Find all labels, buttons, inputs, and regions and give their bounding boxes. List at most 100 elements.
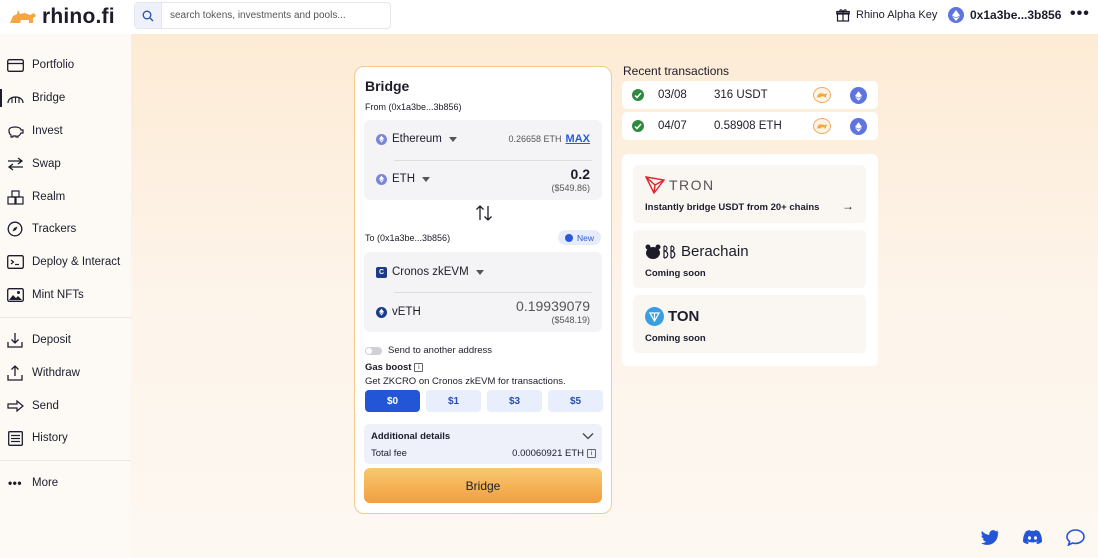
to-amount: 0.19939079 (516, 298, 590, 314)
to-usd: ($548.19) (551, 315, 590, 325)
send-to-another-toggle[interactable] (365, 346, 382, 355)
sidebar-item-send[interactable]: Send (6, 398, 59, 414)
to-chain-name: Cronos zkEVM (392, 266, 469, 278)
rhino-icon (813, 87, 831, 103)
active-indicator (0, 89, 2, 107)
sidebar-item-label: Send (32, 400, 59, 412)
from-chain-select[interactable]: Ethereum (376, 133, 457, 145)
sidebar-item-bridge[interactable]: Bridge (6, 90, 65, 106)
chevron-down-icon (422, 176, 430, 182)
gas-option-1[interactable]: $1 (426, 390, 481, 412)
panel-divider (394, 292, 592, 293)
sidebar-item-deploy[interactable]: Deploy & Interact (6, 254, 120, 270)
sidebar-item-label: Trackers (32, 223, 77, 235)
sidebar-item-label: Swap (32, 158, 61, 170)
wallet-button[interactable]: 0x1a3be...3b856 (948, 7, 1061, 23)
main-area (131, 34, 1098, 558)
chevron-down-icon[interactable] (582, 429, 594, 443)
tron-logo-icon (645, 176, 665, 194)
search-input[interactable] (162, 10, 382, 21)
sidebar-item-swap[interactable]: Swap (6, 156, 61, 172)
gas-boost-options: $0 $1 $3 $5 (365, 390, 603, 412)
search-box (134, 2, 391, 29)
arrow-right-icon (6, 398, 24, 414)
sidebar-item-mint-nfts[interactable]: Mint NFTs (6, 287, 84, 303)
to-label: To (0x1a3be...3b856) (365, 233, 451, 243)
swap-direction-icon[interactable] (475, 205, 493, 225)
bridge-icon (6, 90, 24, 106)
check-icon (632, 89, 644, 101)
sidebar-item-more[interactable]: ••• More (6, 475, 58, 491)
alpha-key-label: Rhino Alpha Key (856, 9, 938, 21)
sidebar-divider (0, 460, 131, 461)
transaction-amount: 0.58908 ETH (714, 120, 782, 132)
logo-text: rhino.fi (42, 5, 115, 28)
sidebar-item-realm[interactable]: Realm (6, 189, 65, 205)
sidebar-item-label: Withdraw (32, 367, 80, 379)
more-options-icon[interactable]: ••• (1070, 5, 1090, 23)
promo-name: TON (668, 308, 700, 325)
total-fee-label: Total fee (371, 448, 407, 459)
arrow-right-icon: → (842, 199, 854, 213)
chat-icon[interactable] (1065, 527, 1085, 547)
sidebar-item-label: Bridge (32, 92, 66, 104)
promo-tron[interactable]: TRON Instantly bridge USDT from 20+ chai… (633, 165, 866, 223)
gift-icon (836, 9, 850, 22)
gas-option-5[interactable]: $5 (548, 390, 603, 412)
promo-subtitle: Coming soon (645, 333, 706, 344)
from-balance: 0.26658 ETH MAX (509, 133, 591, 145)
wallet-address: 0x1a3be...3b856 (970, 8, 1062, 22)
sidebar: Portfolio Bridge Invest Swap Realm Track… (0, 34, 131, 558)
promo-ton[interactable]: TON Coming soon (633, 295, 866, 353)
sidebar-item-portfolio[interactable]: Portfolio (6, 57, 74, 73)
promo-header: Berachain (645, 243, 749, 260)
alpha-key-button[interactable]: Rhino Alpha Key (836, 8, 937, 22)
sidebar-item-withdraw[interactable]: Withdraw (6, 365, 80, 381)
sidebar-item-label: Deposit (32, 334, 71, 346)
panel-divider (394, 160, 592, 161)
info-icon[interactable]: i (587, 449, 596, 458)
from-token-select[interactable]: ETH (376, 173, 430, 185)
new-badge-icon (565, 233, 573, 242)
from-panel: Ethereum 0.26658 ETH MAX ETH 0.2 ($549.8… (364, 120, 602, 200)
promo-subtitle: Instantly bridge USDT from 20+ chains (645, 202, 820, 213)
transaction-row[interactable]: 04/07 0.58908 ETH (622, 112, 878, 140)
twitter-icon[interactable] (980, 527, 1000, 547)
discord-icon[interactable] (1022, 527, 1042, 547)
sidebar-item-deposit[interactable]: Deposit (6, 332, 71, 348)
info-icon[interactable]: i (414, 363, 424, 372)
send-to-another-label: Send to another address (388, 345, 493, 356)
sidebar-item-trackers[interactable]: Trackers (6, 221, 76, 237)
ethereum-icon (948, 7, 964, 23)
download-icon (6, 332, 24, 348)
ethereum-icon (850, 118, 867, 135)
sidebar-item-label: More (32, 477, 59, 489)
promo-card: TRON Instantly bridge USDT from 20+ chai… (622, 154, 878, 366)
search-icon[interactable] (135, 3, 162, 28)
gas-option-0[interactable]: $0 (365, 390, 420, 412)
bridge-title: Bridge (365, 78, 410, 94)
to-amount-field: 0.19939079 ($548.19) (516, 298, 590, 325)
sidebar-item-invest[interactable]: Invest (6, 123, 63, 139)
ethereum-icon (376, 133, 387, 145)
sidebar-item-label: History (32, 432, 68, 444)
max-button[interactable]: MAX (566, 133, 590, 145)
promo-header: TON (645, 307, 699, 326)
compass-icon (6, 221, 24, 237)
details-title: Additional details (371, 431, 451, 442)
sidebar-item-history[interactable]: History (6, 430, 68, 446)
bridge-submit-button[interactable]: Bridge (364, 468, 602, 503)
to-token: vETH (376, 306, 421, 318)
promo-header: TRON (645, 176, 715, 194)
sidebar-item-label: Portfolio (32, 59, 75, 71)
cronos-icon: C (376, 266, 387, 278)
gas-option-3[interactable]: $3 (487, 390, 542, 412)
to-token-name: vETH (392, 306, 421, 318)
promo-berachain[interactable]: Berachain Coming soon (633, 230, 866, 288)
transaction-row[interactable]: 03/08 316 USDT (622, 81, 878, 109)
to-chain-select[interactable]: C Cronos zkEVM (376, 266, 484, 278)
from-amount-field[interactable]: 0.2 ($549.86) (551, 166, 590, 193)
chevron-down-icon (448, 136, 457, 142)
from-amount: 0.2 (570, 166, 590, 182)
logo[interactable]: rhino.fi (8, 5, 115, 29)
